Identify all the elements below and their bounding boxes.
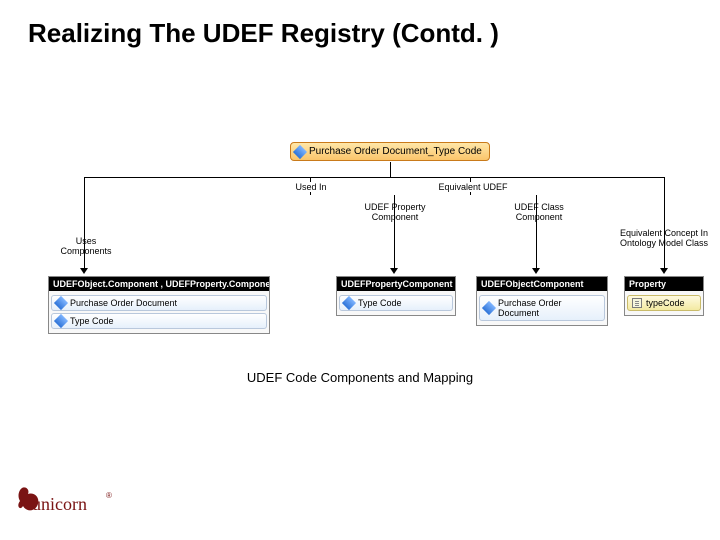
panel-item: Type Code <box>339 295 453 311</box>
connector-line <box>84 177 664 178</box>
panel-header: Property <box>625 277 703 291</box>
panel-header: UDEFObject.Component , UDEFProperty.Comp… <box>49 277 269 291</box>
svg-text:®: ® <box>106 491 112 500</box>
panel-item-label: Type Code <box>358 298 402 308</box>
class-diamond-icon <box>54 314 68 328</box>
class-diamond-icon <box>342 296 356 310</box>
panel-header: UDEFObjectComponent <box>477 277 607 291</box>
diagram-canvas: Purchase Order Document_Type Code Uses C… <box>0 0 720 540</box>
relation-udef-property-component: UDEF Property Component <box>362 202 428 223</box>
panel-item-label: Purchase Order Document <box>70 298 177 308</box>
class-diamond-icon <box>293 144 307 158</box>
panel-item-label: Type Code <box>70 316 114 326</box>
relation-udef-class-component: UDEF Class Component <box>490 202 588 223</box>
list-icon <box>632 298 642 308</box>
panel-uses: UDEFObject.Component , UDEFProperty.Comp… <box>48 276 270 334</box>
panel-item: Purchase Order Document <box>51 295 267 311</box>
relation-used-in: Used In <box>290 182 332 192</box>
arrow-down-icon <box>390 268 398 274</box>
top-node: Purchase Order Document_Type Code <box>290 142 490 161</box>
panel-class-component: UDEFObjectComponent Purchase Order Docum… <box>476 276 608 326</box>
panel-item-label: typeCode <box>646 298 685 308</box>
relation-uses-components: Uses Components <box>50 236 122 257</box>
panel-item: Purchase Order Document <box>479 295 605 321</box>
panel-item: typeCode <box>627 295 701 311</box>
top-node-label: Purchase Order Document_Type Code <box>309 146 482 157</box>
panel-header: UDEFPropertyComponent <box>337 277 455 291</box>
diagram-caption: UDEF Code Components and Mapping <box>0 370 720 385</box>
panel-item-label: Purchase Order Document <box>498 298 600 318</box>
relation-equivalent-concept: Equivalent Concept In Ontology Model Cla… <box>616 228 712 249</box>
panel-property: Property typeCode <box>624 276 704 316</box>
connector-line <box>390 162 391 177</box>
class-diamond-icon <box>482 301 496 315</box>
relation-equivalent-udef: Equivalent UDEF <box>438 182 508 192</box>
arrow-down-icon <box>660 268 668 274</box>
panel-item: Type Code <box>51 313 267 329</box>
unicorn-logo: unicorn ® <box>18 486 118 518</box>
logo-text: unicorn <box>32 494 87 514</box>
arrow-down-icon <box>80 268 88 274</box>
arrow-down-icon <box>532 268 540 274</box>
connector-line <box>664 177 665 270</box>
class-diamond-icon <box>54 296 68 310</box>
panel-property-component: UDEFPropertyComponent Type Code <box>336 276 456 316</box>
